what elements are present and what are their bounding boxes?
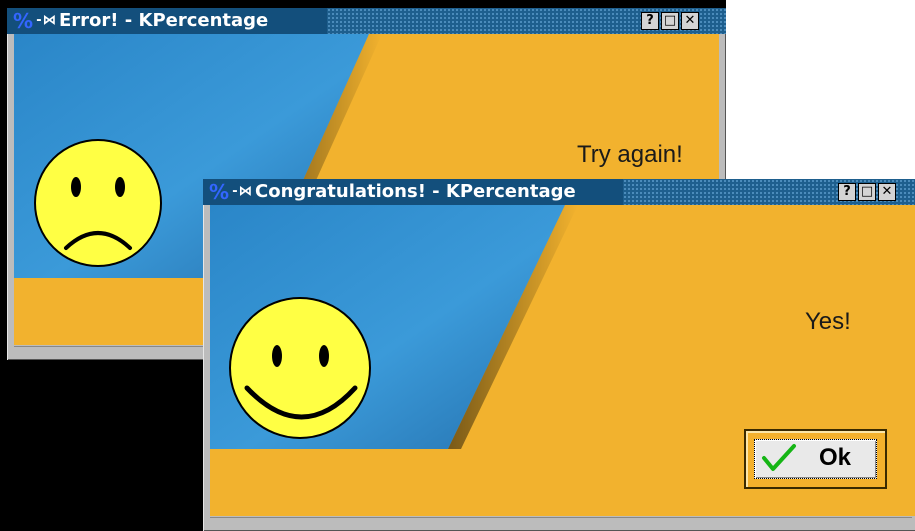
congrats-titlebar[interactable]: % -⋈ Congratulations! - KPercentage ? □ … xyxy=(203,179,915,205)
help-button[interactable]: ? xyxy=(641,12,659,30)
close-button[interactable]: ✕ xyxy=(878,183,896,201)
help-button[interactable]: ? xyxy=(838,183,856,201)
pin-icon[interactable]: -⋈ xyxy=(231,182,252,202)
sad-face-icon xyxy=(34,139,162,267)
message-text: Yes! xyxy=(805,308,851,335)
ok-button[interactable]: Ok xyxy=(744,429,887,489)
congrats-content: Yes! Ok xyxy=(210,205,915,516)
maximize-button[interactable]: □ xyxy=(661,12,679,30)
percent-app-icon[interactable]: % xyxy=(209,181,229,203)
message-text: Try again! xyxy=(577,141,683,168)
desktop-white-area xyxy=(726,0,915,182)
checkmark-icon xyxy=(762,444,796,471)
percent-app-icon[interactable]: % xyxy=(13,10,33,32)
error-titlebar[interactable]: % -⋈ Error! - KPercentage ? □ ✕ xyxy=(7,8,726,34)
ok-button-face[interactable]: Ok xyxy=(754,439,877,479)
congrats-window: % -⋈ Congratulations! - KPercentage ? □ … xyxy=(203,179,915,531)
window-title: Congratulations! - KPercentage xyxy=(255,181,576,202)
pin-icon[interactable]: -⋈ xyxy=(35,11,56,31)
happy-face-icon xyxy=(229,297,371,439)
congrats-statusbar xyxy=(210,517,912,524)
maximize-button[interactable]: □ xyxy=(858,183,876,201)
close-button[interactable]: ✕ xyxy=(681,12,699,30)
ok-button-label: Ok xyxy=(819,444,852,471)
window-title: Error! - KPercentage xyxy=(59,10,269,31)
